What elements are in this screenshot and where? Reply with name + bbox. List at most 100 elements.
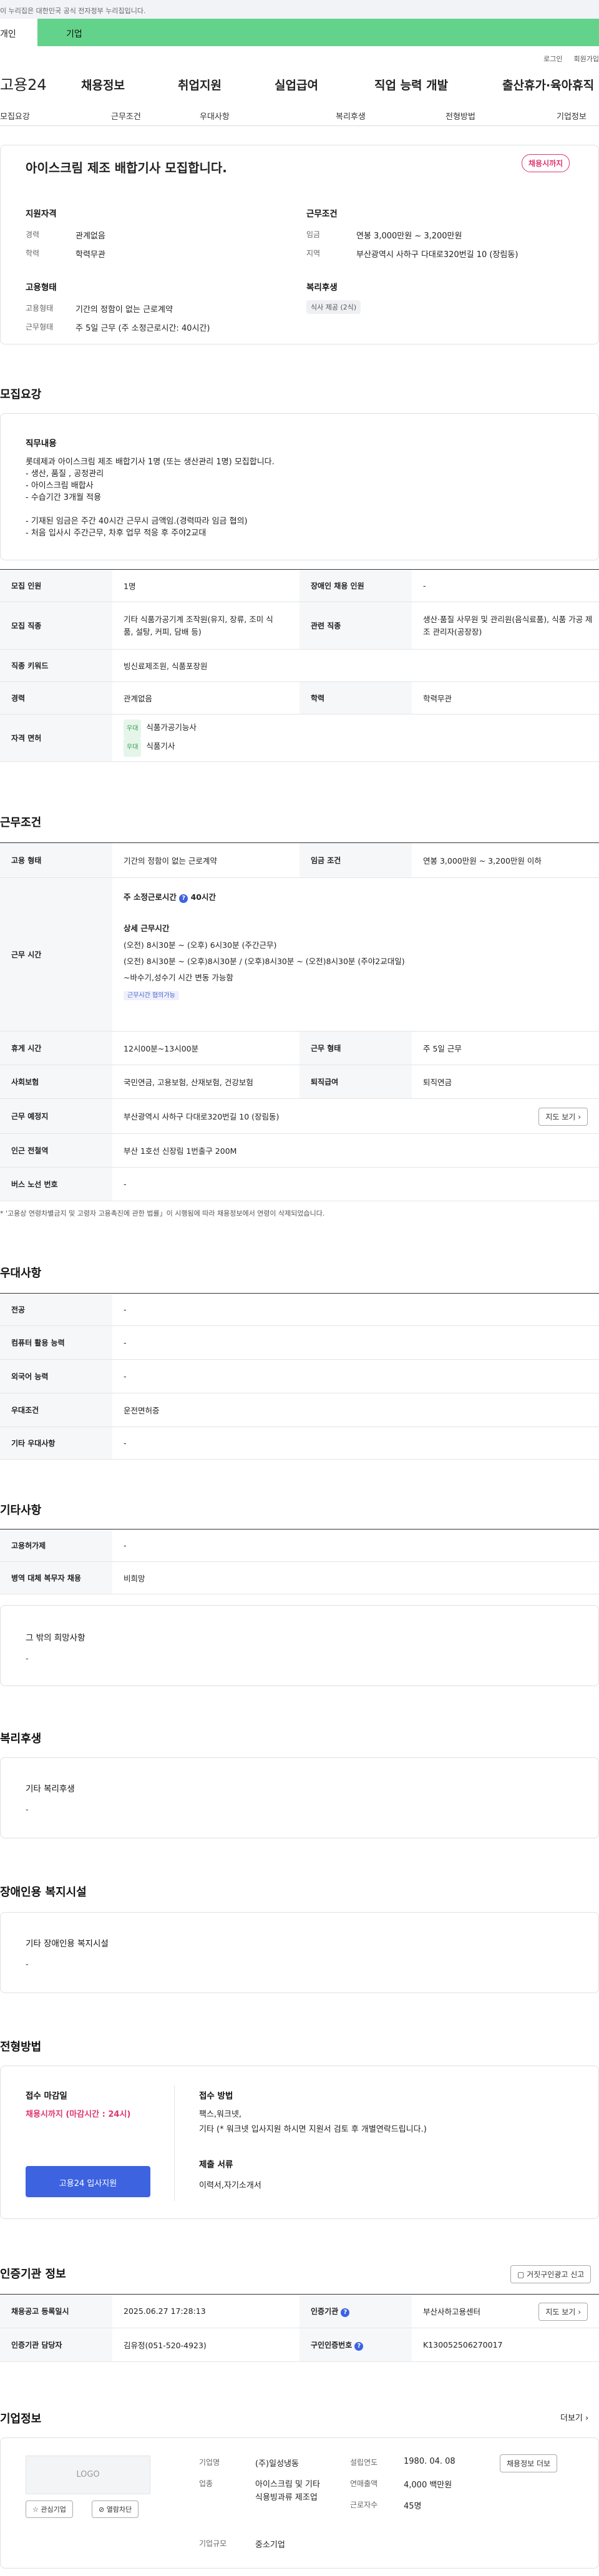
company-name-label: 기업명 [199,2458,220,2467]
pref-tag: 우대 [124,738,142,757]
pref-row-value: - [112,1427,599,1460]
career-label: 경력 [26,230,40,239]
tab-company[interactable]: 기업 [37,19,599,46]
welfare-section-heading: 복리후생 [0,1732,42,1745]
condition-heading-main: 근무조건 [0,816,42,829]
etc-row-label: 고용허가제 [0,1529,112,1562]
gnb-item-leave[interactable]: 출산휴가·육아휴직 [502,76,594,93]
company-logo: LOGO [26,2456,150,2494]
subnav-welfare[interactable]: 복리후생 [336,110,366,122]
join-link[interactable]: 회원가입 [574,55,599,63]
weekly-hours-label: 주 소정근로시간 [124,892,177,902]
pref-row-label: 컴퓨터 활용 능력 [0,1325,112,1360]
duty-line: - 아이스크림 배합사 [26,481,94,490]
fav-company-button[interactable]: ☆ 관심기업 [26,2500,73,2518]
duty-line: - 생산, 품질 , 공정관리 [26,469,104,479]
emp-type-label: 고용 형태 [0,842,112,878]
work-time-value: 주 소정근로시간 ? 40시간 상세 근무시간 (오전) 8시30분 ~ (오후… [112,877,599,1032]
subnav-selection[interactable]: 전형방법 [446,110,475,122]
global-nav: 고용24 채용정보 취업지원 실업급여 직업 능력 개발 출산휴가·육아휴직 [0,65,599,101]
subnav-condition[interactable]: 근무조건 [111,110,141,122]
reg-value: 2025.06.27 17:28:13 [112,2294,300,2328]
info-icon[interactable]: ? [179,894,188,903]
wage-label: 임금 [306,230,321,239]
retire-value: 퇴직연금 [412,1065,599,1099]
gnb-item-unemployment[interactable]: 실업급여 [275,76,318,93]
inst-value-cell: 부산사하고용센터 지도 보기 › [412,2294,599,2328]
gnb-item-training[interactable]: 직업 능력 개발 [374,76,448,93]
deadline-heading: 접수 마감일 [26,2091,67,2101]
gov-banner: 이 누리집은 대한민국 공식 전자정부 누리집입니다. [0,0,599,19]
bus-value: - [112,1167,599,1201]
block-icon: ⊘ [99,2505,105,2514]
disabled-value: - [412,569,599,602]
deadline-badge: 채용시까지 [522,154,570,172]
etc-row-value: 비희망 [112,1561,599,1594]
gnb-item-jobs[interactable]: 채용정보 [81,76,125,93]
insurance-label: 사회보험 [0,1065,112,1099]
detail-hours-line: (오전) 8시30분 ~ (오후)8시30분 / (오후)8시30분 ~ (오전… [124,957,405,966]
bus-label: 버스 노선 번호 [0,1167,112,1201]
divider [174,2085,175,2201]
job-label: 모집 직종 [0,602,112,650]
duty-body: 롯데제과 아이스크림 제조 배합기사 1명 (또는 생산관리 1명) 모집합니다… [26,456,275,539]
job-title: 아이스크림 제조 배합기사 모집합니다. [26,160,227,175]
tab-personal[interactable]: 개인 [0,19,37,46]
company-name-value: (주)일성냉동 [255,2459,299,2469]
pref-row-value: - [112,1293,599,1326]
pref-row-value: 운전면허증 [112,1393,599,1427]
edu-row-label: 학력 [300,681,412,715]
pref-row-label: 우대조건 [0,1393,112,1427]
license-label: 자격 면허 [0,714,112,762]
subnav-preference[interactable]: 우대사항 [200,110,230,122]
agency-heading: 인증기관 정보 [0,2268,66,2281]
info-icon[interactable]: ? [354,2341,364,2351]
company-more-link[interactable]: 더보기 › [560,2411,588,2423]
site-tabs: 개인 기업 [0,19,599,46]
age-note: * '고용상 연령차별금지 및 고령자 고용촉진에 관한 법률」이 시행됨에 따… [0,1209,325,1217]
reg-label: 채용공고 등록일시 [0,2294,112,2328]
subnav-recruit[interactable]: 모집요강 [0,110,30,122]
kw-label: 직종 키워드 [0,649,112,682]
pref-row-value: - [112,1359,599,1393]
duty-card: 직무내용 롯데제과 아이스크림 제조 배합기사 1명 (또는 생산관리 1명) … [0,413,599,560]
disabled-card: 기타 장애인용 복지시설 - [0,1912,599,1993]
duty-line-spacer [26,504,275,515]
gov-banner-text: 이 누리집은 대한민국 공식 전자정부 누리집입니다. [0,7,146,15]
job-value: 기타 식품가공기계 조작원(유지, 장류, 조미 식품, 설탕, 커피, 담배 … [112,602,300,650]
pref-row-label: 전공 [0,1293,112,1326]
info-icon[interactable]: ? [341,2308,350,2317]
gnb-item-employment-support[interactable]: 취업지원 [178,76,222,93]
method-line: 팩스,워크넷, [199,2110,242,2119]
chevron-right-icon: › [578,1113,581,1121]
disabled-box-heading: 기타 장애인용 복지시설 [26,1939,109,1949]
wage-cond-value: 연봉 3,000만원 ~ 3,200만원 이하 [412,842,599,878]
map-button[interactable]: 지도 보기 › [538,1108,588,1126]
site-logo[interactable]: 고용24 [0,72,66,94]
size-value: 중소기업 [255,2540,285,2550]
recruit-heading: 모집요강 [0,388,42,401]
apply-button[interactable]: 고용24 입사지원 [26,2166,150,2197]
company-jobs-button[interactable]: 채용정보 더보 [500,2454,558,2472]
place-label: 근무 예정지 [0,1098,112,1134]
section-nav: 모집요강 근무조건 우대사항 복리후생 전형방법 기업정보 [0,101,599,126]
cert-num-value: K130052506270017 [412,2328,599,2362]
sales-label: 연매출액 [350,2479,378,2488]
emp-type-value: 기간의 정함이 없는 근로계약 [112,842,300,878]
agency-map-button[interactable]: 지도 보기 › [538,2303,588,2321]
login-link[interactable]: 로그인 [543,55,562,63]
count-value: 1명 [112,569,300,602]
pref-row-label: 외국어 능력 [0,1359,112,1393]
subway-label: 인근 전철역 [0,1133,112,1168]
disabled-heading: 장애인용 복지시설 [0,1886,87,1899]
subnav-company[interactable]: 기업정보 [557,110,587,122]
block-button[interactable]: ⊘ 열람차단 [92,2500,139,2518]
etc-table: 고용허가제 - 병역 대체 복무자 채용 비희망 [0,1529,599,1594]
chevron-right-icon: › [578,2308,581,2316]
report-button[interactable]: ▢ 거짓구인광고 신고 [510,2265,592,2283]
edu-row-value: 학력무관 [412,681,599,715]
industry-label: 업종 [199,2479,213,2488]
etc-heading: 기타사항 [0,1504,42,1517]
docs-heading: 제출 서류 [199,2160,233,2170]
chevron-right-icon: › [585,2414,589,2423]
